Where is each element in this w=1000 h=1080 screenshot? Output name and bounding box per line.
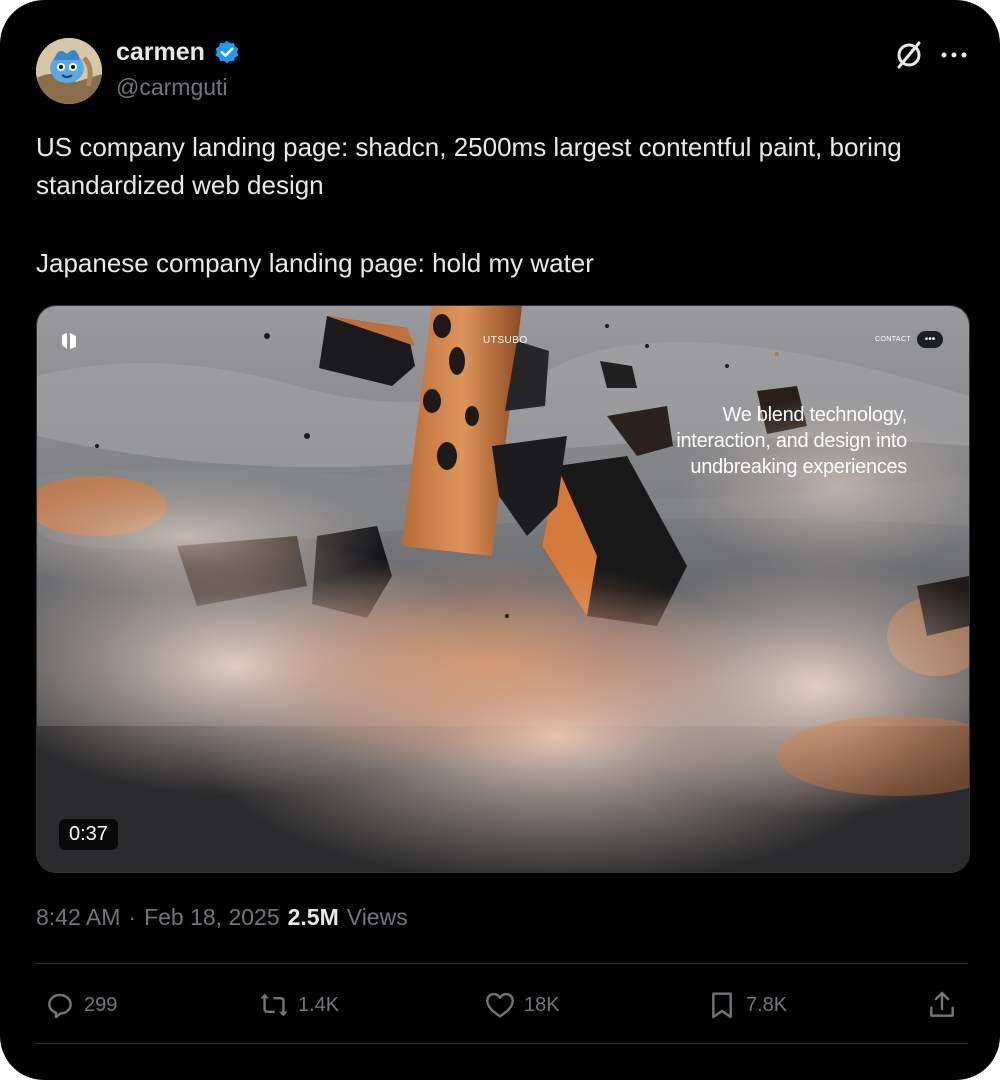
site-brand: UTSUBO: [483, 335, 528, 346]
verified-badge-icon: [215, 40, 239, 63]
site-logo-icon: [62, 333, 76, 349]
bookmark-icon: [712, 992, 732, 1019]
video-player[interactable]: UTSUBO CONTACT ••• We blend technology, …: [36, 305, 970, 873]
tweet-card: carmen @carmguti US company landing page…: [0, 0, 1000, 1080]
share-icon: [930, 991, 954, 1017]
site-menu-button: •••: [917, 331, 943, 348]
tweet-text: US company landing page: shadcn, 2500ms …: [36, 128, 966, 282]
avatar[interactable]: [36, 38, 102, 104]
tweet-time[interactable]: 8:42 AM: [36, 904, 120, 931]
more-options-icon[interactable]: [940, 50, 968, 60]
tweet-date[interactable]: Feb 18, 2025: [144, 904, 280, 931]
action-bar: 299 1.4K 18K 7.8K: [36, 980, 968, 1030]
like-button[interactable]: 18K: [484, 980, 560, 1030]
heart-icon: [486, 992, 514, 1018]
video-duration-badge: 0:37: [59, 819, 118, 850]
bookmark-count: 7.8K: [746, 993, 788, 1016]
cartoon-character-avatar-icon: [36, 38, 102, 104]
views-count: 2.5M: [287, 904, 339, 930]
author-handle[interactable]: @carmguti: [116, 74, 228, 101]
display-name[interactable]: carmen: [116, 38, 205, 67]
repost-icon: [260, 993, 288, 1017]
repost-button[interactable]: 1.4K: [258, 980, 339, 1030]
grok-icon[interactable]: [892, 38, 926, 72]
video-frame: [37, 306, 969, 872]
tweet-paragraph-2: Japanese company landing page: hold my w…: [36, 248, 594, 278]
like-count: 18K: [524, 993, 560, 1016]
share-button[interactable]: [926, 980, 958, 1030]
reply-icon: [48, 993, 72, 1019]
bookmark-button[interactable]: 7.8K: [706, 980, 787, 1030]
reply-button[interactable]: 299: [44, 980, 117, 1030]
meta-separator: ·: [128, 904, 137, 930]
views-label: Views: [346, 904, 408, 930]
tweet-paragraph-1: US company landing page: shadcn, 2500ms …: [36, 132, 902, 200]
author-name-row: carmen: [116, 38, 241, 67]
hero-line: undbreaking experiences: [690, 456, 907, 478]
site-contact-link: CONTACT: [875, 336, 912, 343]
site-hero-text: We blend technology, interaction, and de…: [676, 402, 907, 480]
tweet-meta: 8:42 AM · Feb 18, 2025 2.5M Views: [36, 904, 408, 931]
hero-line: interaction, and design into: [676, 430, 907, 452]
hero-line: We blend technology,: [722, 404, 908, 426]
divider: [36, 963, 968, 964]
reply-count: 299: [84, 993, 118, 1016]
repost-count: 1.4K: [298, 993, 340, 1016]
divider: [36, 1043, 968, 1044]
